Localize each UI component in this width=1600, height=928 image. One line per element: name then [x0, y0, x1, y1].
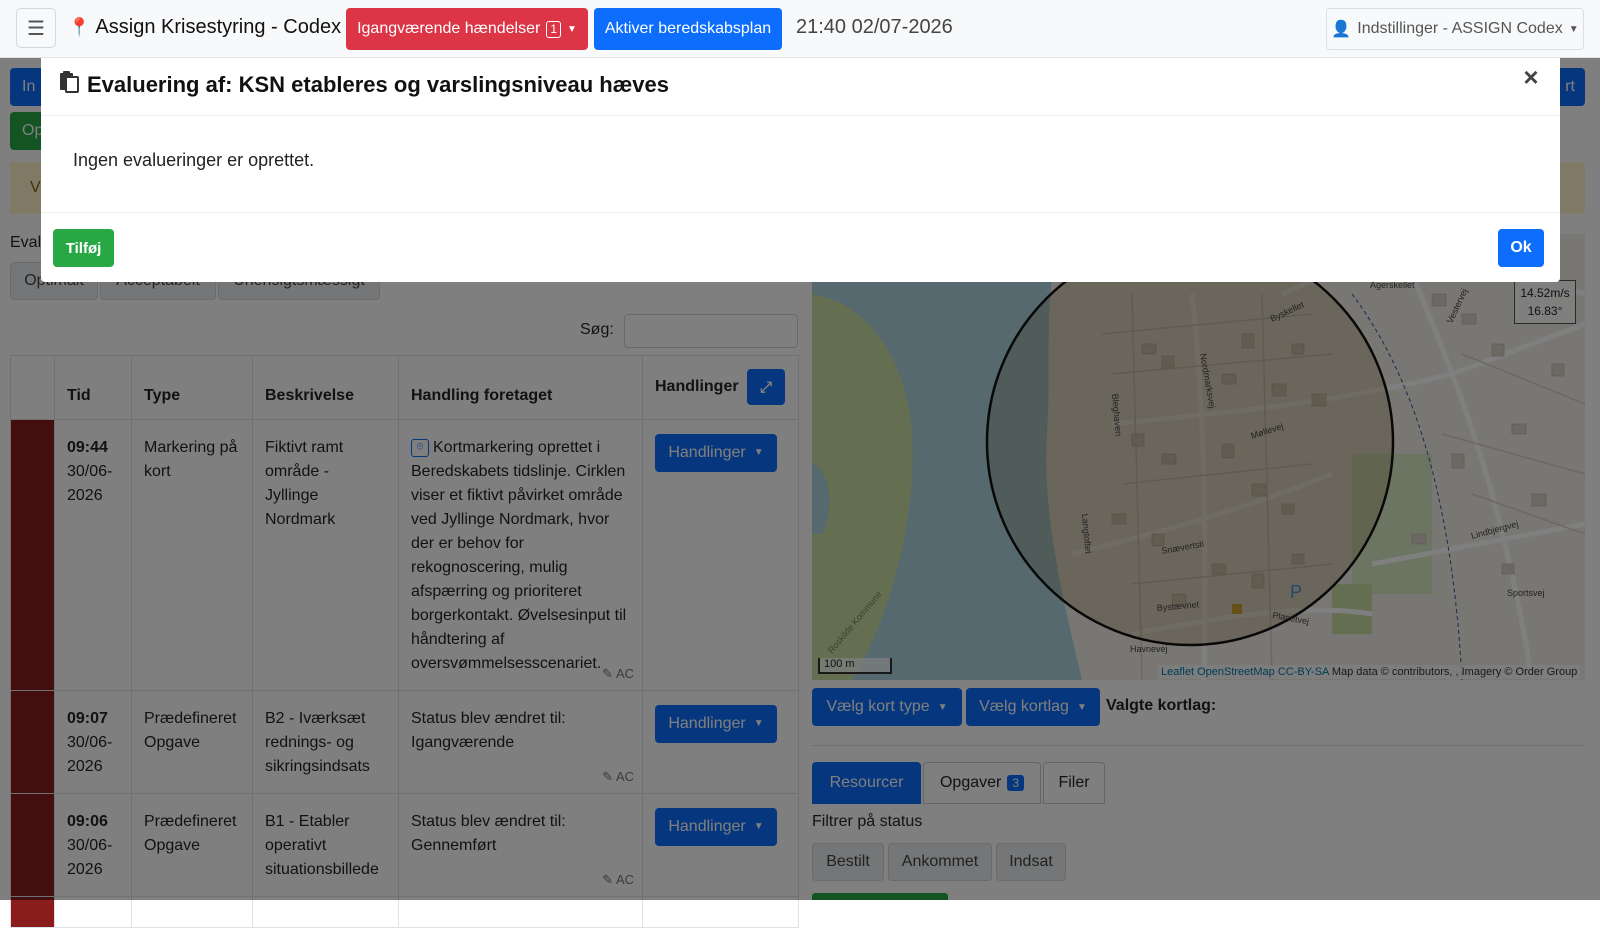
caret-down-icon: ▼: [567, 23, 577, 35]
user-icon: 👤: [1331, 21, 1352, 38]
row-cell: [398, 896, 643, 928]
row-cell: [252, 896, 399, 928]
ongoing-events-label: Igangværende hændelser: [357, 20, 541, 37]
ongoing-events-count-badge: 1: [546, 20, 561, 38]
row-cell: [642, 896, 799, 928]
modal-close-button[interactable]: ×: [1516, 62, 1546, 92]
row-status-marker: [10, 896, 55, 928]
evaluation-modal: Evaluering af: KSN etableres og varsling…: [41, 58, 1560, 282]
top-navbar: ☰ 📍 Assign Krisestyring - Codex Igangvær…: [0, 0, 1600, 58]
map-pin-icon: 📍: [68, 17, 91, 37]
row-cell: [54, 896, 132, 928]
activate-plan-button[interactable]: Aktiver beredskabsplan: [594, 8, 782, 50]
brand-title: Assign Krisestyring - Codex: [95, 16, 342, 38]
clipboard-icon: [57, 70, 81, 100]
hamburger-menu-button[interactable]: ☰: [16, 8, 56, 48]
hamburger-icon: ☰: [27, 17, 45, 40]
row-cell: [131, 896, 253, 928]
modal-header: Evaluering af: KSN etableres og varsling…: [41, 58, 1560, 116]
ok-button[interactable]: Ok: [1498, 229, 1544, 267]
modal-footer: Tilføj Ok: [41, 212, 1560, 282]
modal-title-text: Evaluering af: KSN etableres og varsling…: [87, 72, 669, 97]
current-datetime: 21:40 02/07-2026: [796, 16, 953, 38]
add-evaluation-button[interactable]: Tilføj: [53, 229, 114, 267]
table-row: [10, 896, 799, 928]
settings-label: Indstillinger - ASSIGN Codex: [1357, 20, 1563, 37]
modal-title: Evaluering af: KSN etableres og varsling…: [57, 70, 669, 100]
app-brand[interactable]: 📍 Assign Krisestyring - Codex: [68, 16, 341, 39]
close-icon: ×: [1523, 62, 1539, 92]
caret-down-icon: ▼: [1568, 23, 1579, 35]
settings-dropdown[interactable]: 👤 Indstillinger - ASSIGN Codex ▼: [1326, 8, 1584, 50]
ongoing-events-dropdown[interactable]: Igangværende hændelser 1 ▼: [346, 8, 588, 50]
modal-body-text: Ingen evalueringer er oprettet.: [73, 150, 315, 170]
